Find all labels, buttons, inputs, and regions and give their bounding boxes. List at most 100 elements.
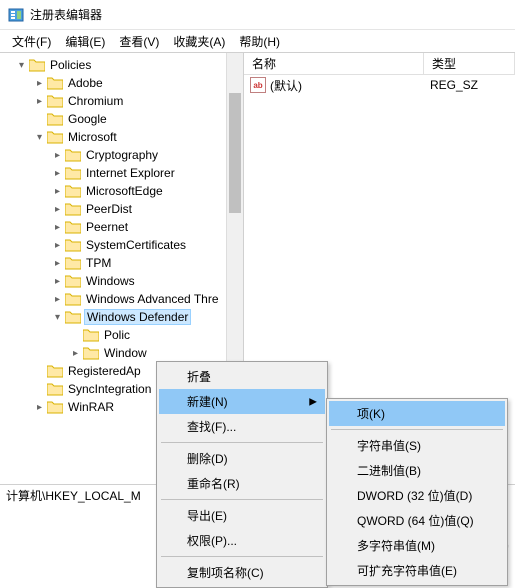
menu-separator — [161, 556, 323, 557]
chevron-right-icon[interactable]: ▸ — [52, 258, 63, 269]
context-submenu-new: 项(K) 字符串值(S) 二进制值(B) DWORD (32 位)值(D) QW… — [326, 398, 508, 586]
chevron-right-icon[interactable]: ▸ — [34, 96, 45, 107]
folder-icon — [47, 76, 63, 90]
tree-node-google[interactable]: Google — [0, 110, 243, 128]
menu-file[interactable]: 文件(F) — [6, 31, 57, 52]
chevron-spacer — [34, 366, 45, 377]
folder-icon — [47, 130, 63, 144]
tree-node-polic[interactable]: Polic — [0, 326, 243, 344]
chevron-right-icon[interactable]: ▸ — [34, 402, 45, 413]
chevron-right-icon[interactable]: ▸ — [52, 186, 63, 197]
tree-node-peernet[interactable]: ▸ Peernet — [0, 218, 243, 236]
menu-view[interactable]: 查看(V) — [113, 31, 165, 52]
chevron-right-icon[interactable]: ▸ — [52, 168, 63, 179]
folder-icon — [47, 364, 63, 378]
chevron-right-icon[interactable]: ▸ — [52, 294, 63, 305]
chevron-down-icon[interactable]: ▾ — [34, 132, 45, 143]
tree-node-edge[interactable]: ▸ MicrosoftEdge — [0, 182, 243, 200]
tree-node-systemcertificates[interactable]: ▸SystemCertificates — [0, 236, 243, 254]
folder-icon — [65, 310, 81, 324]
sub-new-string[interactable]: 字符串值(S) — [329, 433, 505, 458]
value-type: REG_SZ — [430, 78, 478, 92]
ctx-find[interactable]: 查找(F)... — [159, 414, 325, 439]
folder-icon — [65, 238, 81, 252]
col-name[interactable]: 名称 — [244, 53, 424, 74]
tree-node-cryptography[interactable]: ▸Cryptography — [0, 146, 243, 164]
folder-icon — [47, 382, 63, 396]
tree-node-adobe[interactable]: ▸Adobe — [0, 74, 243, 92]
folder-icon — [65, 274, 81, 288]
tree-label: Windows — [84, 274, 137, 288]
tree-label: Peernet — [84, 220, 130, 234]
sub-new-key[interactable]: 项(K) — [329, 401, 505, 426]
menu-separator — [331, 429, 503, 430]
context-menu: 折叠 新建(N)▶ 查找(F)... 删除(D) 重命名(R) 导出(E) 权限… — [156, 361, 328, 588]
tree-label: WinRAR — [66, 400, 116, 414]
regedit-app-icon — [8, 7, 24, 23]
menu-separator — [161, 499, 323, 500]
menu-favorites[interactable]: 收藏夹(A) — [167, 31, 231, 52]
folder-icon — [83, 328, 99, 342]
scrollbar-thumb[interactable] — [229, 93, 241, 213]
tree-label: Windows Advanced Thre — [84, 292, 221, 306]
ctx-export[interactable]: 导出(E) — [159, 503, 325, 528]
folder-icon — [65, 292, 81, 306]
tree-node-chromium[interactable]: ▸Chromium — [0, 92, 243, 110]
tree-node-microsoft[interactable]: ▾ Microsoft — [0, 128, 243, 146]
chevron-right-icon[interactable]: ▸ — [70, 348, 81, 359]
menu-help[interactable]: 帮助(H) — [233, 31, 286, 52]
status-path: 计算机\HKEY_LOCAL_M — [6, 487, 141, 504]
tree-label: Polic — [102, 328, 132, 342]
tree-node-wat[interactable]: ▸ Windows Advanced Thre — [0, 290, 243, 308]
chevron-down-icon[interactable]: ▾ — [52, 312, 63, 323]
ctx-new[interactable]: 新建(N)▶ — [159, 389, 325, 414]
tree-label: Google — [66, 112, 109, 126]
menu-separator — [161, 442, 323, 443]
tree-node-defender[interactable]: ▾ Windows Defender — [0, 308, 243, 326]
tree-label: RegisteredAp — [66, 364, 143, 378]
chevron-right-icon[interactable]: ▸ — [52, 222, 63, 233]
tree-node-ie[interactable]: ▸ Internet Explorer — [0, 164, 243, 182]
sub-new-qword[interactable]: QWORD (64 位)值(Q) — [329, 508, 505, 533]
tree-node-peerdist[interactable]: ▸PeerDist — [0, 200, 243, 218]
chevron-down-icon[interactable]: ▾ — [16, 60, 27, 71]
tree-label: MicrosoftEdge — [84, 184, 165, 198]
list-row-default[interactable]: ab (默认) REG_SZ — [244, 75, 515, 95]
col-type[interactable]: 类型 — [424, 53, 515, 74]
chevron-right-icon[interactable]: ▸ — [52, 204, 63, 215]
ctx-copykeyname[interactable]: 复制项名称(C) — [159, 560, 325, 585]
chevron-spacer — [70, 330, 81, 341]
tree-node-windows[interactable]: ▸ Windows — [0, 272, 243, 290]
tree-label: Policies — [48, 58, 93, 72]
tree-label: Internet Explorer — [84, 166, 177, 180]
sub-new-dword[interactable]: DWORD (32 位)值(D) — [329, 483, 505, 508]
tree-node-policies[interactable]: ▾ Policies — [0, 56, 243, 74]
ctx-collapse[interactable]: 折叠 — [159, 364, 325, 389]
chevron-right-icon[interactable]: ▸ — [34, 78, 45, 89]
tree-node-tpm[interactable]: ▸ TPM — [0, 254, 243, 272]
chevron-right-icon[interactable]: ▸ — [52, 240, 63, 251]
chevron-right-icon[interactable]: ▸ — [52, 150, 63, 161]
tree-label: Microsoft — [66, 130, 119, 144]
folder-icon — [65, 184, 81, 198]
sub-new-multi[interactable]: 多字符串值(M) — [329, 533, 505, 558]
menu-edit[interactable]: 编辑(E) — [59, 31, 111, 52]
folder-icon — [47, 94, 63, 108]
submenu-arrow-icon: ▶ — [309, 396, 317, 407]
sub-new-expand[interactable]: 可扩充字符串值(E) — [329, 558, 505, 583]
tree-label: Window — [102, 346, 149, 360]
string-value-icon: ab — [250, 77, 266, 93]
tree-label-selected: Windows Defender — [84, 309, 191, 325]
tree-label: TPM — [84, 256, 113, 270]
ctx-permissions[interactable]: 权限(P)... — [159, 528, 325, 553]
window-title: 注册表编辑器 — [30, 6, 102, 23]
ctx-delete[interactable]: 删除(D) — [159, 446, 325, 471]
folder-icon — [29, 58, 45, 72]
folder-icon — [47, 112, 63, 126]
sub-new-binary[interactable]: 二进制值(B) — [329, 458, 505, 483]
menubar: 文件(F) 编辑(E) 查看(V) 收藏夹(A) 帮助(H) — [0, 30, 515, 52]
chevron-right-icon[interactable]: ▸ — [52, 276, 63, 287]
folder-icon — [65, 148, 81, 162]
ctx-rename[interactable]: 重命名(R) — [159, 471, 325, 496]
tree-node-window-sub[interactable]: ▸ Window — [0, 344, 243, 362]
